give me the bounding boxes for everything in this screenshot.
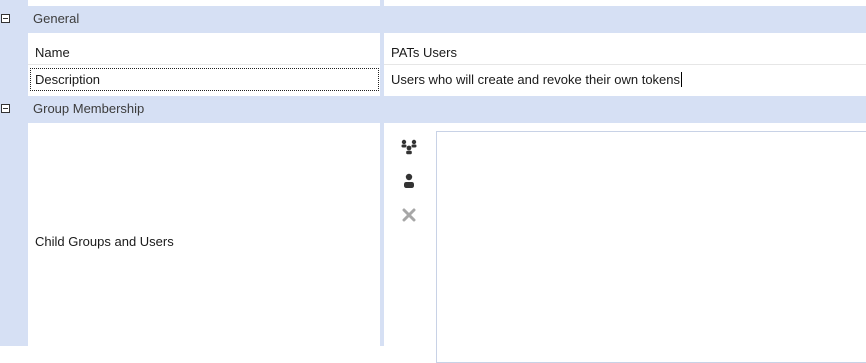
category-group-membership[interactable]: Group Membership [0, 96, 866, 123]
property-name-label: Name [35, 45, 70, 60]
property-row-child-groups[interactable]: Child Groups and Users [0, 124, 866, 363]
property-description-value[interactable]: Users who will create and revoke their o… [391, 72, 683, 87]
property-row-name[interactable]: Name PATs Users [0, 39, 866, 65]
property-row-description[interactable]: Description Users who will create and re… [0, 67, 866, 95]
membership-toolbar [398, 136, 422, 238]
row-divider [28, 64, 866, 65]
text-caret [681, 72, 683, 87]
add-group-icon [401, 139, 417, 155]
category-general-label: General [33, 11, 80, 26]
property-grid: General Name PATs Users Description User… [0, 0, 866, 363]
add-group-button[interactable] [398, 136, 420, 158]
description-text[interactable]: Users who will create and revoke their o… [391, 72, 680, 87]
property-description-label: Description [35, 72, 101, 87]
remove-button[interactable] [398, 204, 420, 226]
column-splitter[interactable] [380, 0, 384, 346]
property-child-groups-label: Child Groups and Users [35, 234, 174, 249]
collapse-group-membership-icon[interactable] [1, 104, 10, 113]
collapse-general-icon[interactable] [1, 14, 10, 23]
add-user-button[interactable] [398, 170, 420, 192]
category-group-membership-label: Group Membership [33, 101, 145, 116]
category-general[interactable]: General [0, 6, 866, 33]
members-listbox[interactable] [436, 131, 866, 363]
property-name-value[interactable]: PATs Users [391, 45, 457, 60]
add-user-icon [404, 173, 414, 188]
remove-icon [402, 208, 416, 222]
